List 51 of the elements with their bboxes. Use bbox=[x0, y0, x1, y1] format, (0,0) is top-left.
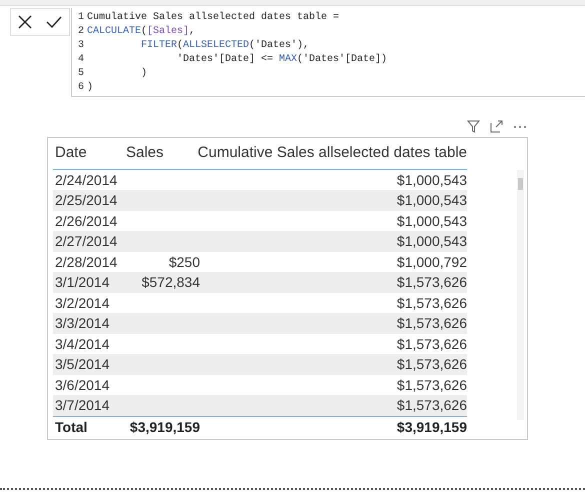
table-cell-text: $1,573,626 bbox=[396, 376, 467, 395]
table-cell-text: 2/24/2014 bbox=[54, 170, 118, 190]
table-cell-text: $1,573,626 bbox=[396, 396, 467, 416]
table-cell-text: 3/6/2014 bbox=[54, 376, 110, 395]
table-cell-text: 3/3/2014 bbox=[54, 314, 110, 334]
code-line: ) bbox=[87, 81, 94, 95]
table-cell-text: $1,000,792 bbox=[396, 252, 467, 272]
table-cell-text: 3/7/2014 bbox=[54, 396, 110, 416]
line-number: 6 bbox=[78, 81, 84, 95]
table-cell-text: 2/25/2014 bbox=[54, 191, 118, 210]
scrollbar[interactable] bbox=[517, 170, 524, 420]
table-cell-text: 2/27/2014 bbox=[54, 232, 118, 252]
total-cell-text: $3,919,159 bbox=[396, 418, 467, 438]
code-line: FILTER(ALLSELECTED('Dates'), bbox=[141, 39, 310, 53]
line-number: 5 bbox=[78, 67, 84, 81]
table-cell-text: $1,000,543 bbox=[396, 232, 467, 252]
table-cell-text: $1,573,626 bbox=[396, 294, 467, 313]
line-number: 1 bbox=[78, 11, 84, 25]
table-cell-text: 3/1/2014 bbox=[54, 273, 110, 292]
formula-editor[interactable]: 1 2 3 4 5 6 Cumulative Sales allselected dates table = CALCULATE([Sales], FILTER(ALLSELECTED('Dates'), 'Dates'[Date] <= MAX('Dates'[Date]) ) ) bbox=[71, 8, 585, 97]
more-icon[interactable] bbox=[513, 124, 527, 128]
table-cell-text: 3/4/2014 bbox=[54, 334, 110, 354]
table-cell-text: 2/26/2014 bbox=[54, 212, 118, 231]
table-cell-text: $1,000,543 bbox=[396, 191, 467, 210]
code-line: 'Dates'[Date] <= MAX('Dates'[Date]) bbox=[177, 53, 388, 67]
column-header[interactable]: Date bbox=[53, 142, 126, 165]
table-cell-text: 3/5/2014 bbox=[54, 355, 110, 374]
code-line: Cumulative Sales allselected dates table = bbox=[87, 11, 340, 25]
table-cell-text: $250 bbox=[168, 252, 200, 272]
checkmark-icon[interactable] bbox=[46, 15, 62, 29]
column-header[interactable]: Sales bbox=[126, 142, 186, 165]
filter-icon[interactable] bbox=[467, 120, 480, 133]
total-label: Total bbox=[54, 418, 88, 438]
table-cell-text: $1,000,543 bbox=[396, 170, 467, 190]
table-cell-text: $1,000,543 bbox=[396, 212, 467, 231]
table-cell-text: 3/2/2014 bbox=[54, 294, 110, 313]
code-line: ) bbox=[141, 67, 148, 81]
table-cell-text: 2/28/2014 bbox=[54, 252, 118, 272]
line-number: 3 bbox=[78, 39, 84, 53]
table-cell-text: $1,573,626 bbox=[396, 355, 467, 374]
table-cell-text: $572,834 bbox=[140, 273, 200, 292]
column-header[interactable]: Cumulative Sales allselected dates table bbox=[186, 142, 467, 165]
expand-icon[interactable] bbox=[490, 120, 503, 133]
close-icon[interactable] bbox=[18, 15, 32, 29]
line-number: 2 bbox=[78, 25, 84, 39]
table-cell-text: $1,573,626 bbox=[396, 273, 467, 292]
code-line: CALCULATE([Sales], bbox=[87, 25, 196, 39]
line-number: 4 bbox=[78, 53, 84, 67]
total-cell-text: $3,919,159 bbox=[128, 418, 200, 438]
table-cell-text: $1,573,626 bbox=[396, 314, 467, 334]
table-cell-text: $1,573,626 bbox=[396, 334, 467, 354]
